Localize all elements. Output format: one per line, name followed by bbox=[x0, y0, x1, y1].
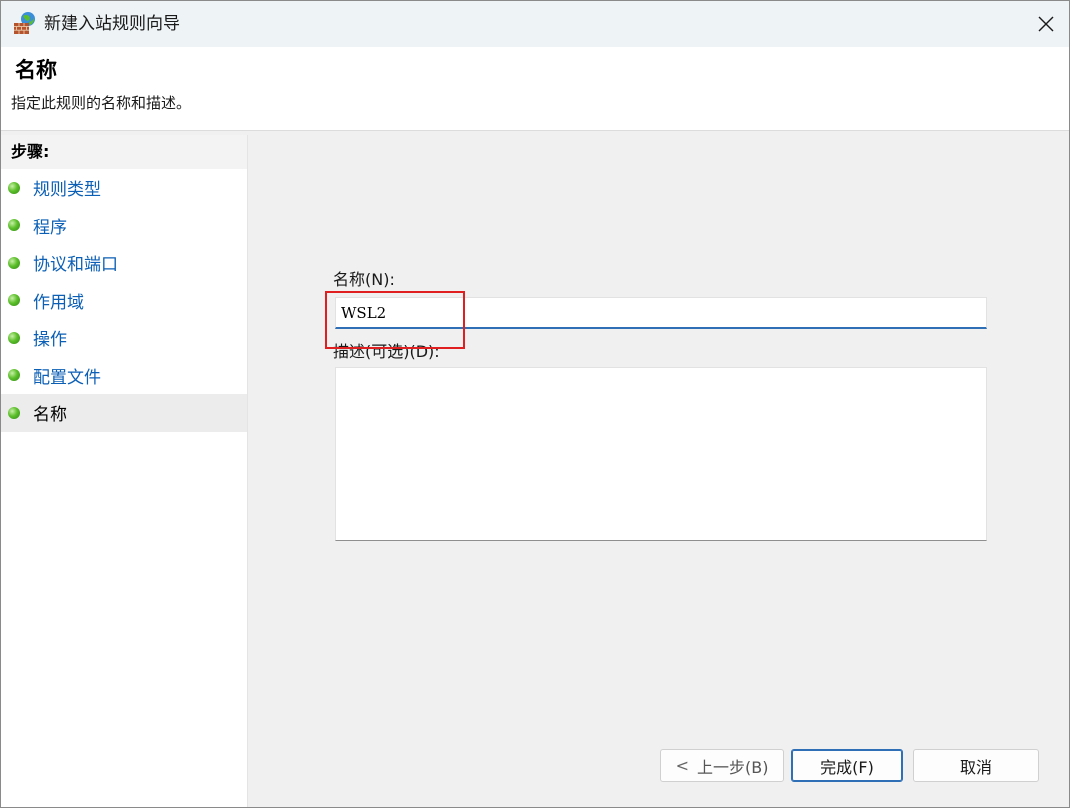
page-title: 名称 bbox=[15, 58, 57, 82]
step-status-dot-icon bbox=[8, 369, 20, 382]
name-input[interactable] bbox=[335, 297, 987, 329]
name-label: 名称(N): bbox=[333, 270, 395, 289]
step-label: 协议和端口 bbox=[33, 255, 118, 276]
step-name-current: 名称 bbox=[1, 394, 247, 432]
step-action[interactable]: 操作 bbox=[1, 319, 247, 357]
window-title: 新建入站规则向导 bbox=[44, 14, 180, 34]
step-profile[interactable]: 配置文件 bbox=[1, 357, 247, 395]
cancel-button-label: 取消 bbox=[959, 757, 992, 777]
step-program[interactable]: 程序 bbox=[1, 207, 247, 245]
step-label: 操作 bbox=[33, 330, 67, 351]
firewall-brick-globe-icon bbox=[13, 11, 37, 35]
steps-heading: 步骤: bbox=[1, 135, 247, 169]
step-status-dot-icon bbox=[8, 406, 20, 419]
wizard-window: 新建入站规则向导 名称 指定此规则的名称和描述。 步骤: 规则类型 程序 协议和… bbox=[0, 0, 1070, 808]
steps-panel: 步骤: 规则类型 程序 协议和端口 作用域 操作 配置文件 名称 bbox=[1, 135, 248, 807]
title-bar[interactable]: 新建入站规则向导 bbox=[1, 1, 1069, 47]
step-label: 名称 bbox=[33, 405, 67, 426]
step-label: 作用域 bbox=[33, 292, 84, 313]
page-subtitle: 指定此规则的名称和描述。 bbox=[11, 94, 192, 112]
step-label: 规则类型 bbox=[33, 180, 101, 201]
close-button[interactable] bbox=[1023, 1, 1069, 47]
close-icon bbox=[1038, 16, 1054, 32]
back-button-label: 上一步(B) bbox=[696, 757, 769, 777]
chevron-left-icon: < bbox=[675, 756, 689, 775]
back-button[interactable]: < 上一步(B) bbox=[660, 749, 784, 782]
content-pane: 名称(N): 描述(可选)(D): < 上一步(B) 完成(F) 取消 bbox=[253, 135, 1069, 807]
wizard-header: 名称 指定此规则的名称和描述。 bbox=[1, 47, 1069, 131]
step-status-dot-icon bbox=[8, 294, 20, 307]
cancel-button[interactable]: 取消 bbox=[913, 749, 1039, 782]
finish-button-label: 完成(F) bbox=[820, 757, 874, 777]
finish-button[interactable]: 完成(F) bbox=[791, 749, 903, 782]
step-status-dot-icon bbox=[8, 256, 20, 269]
step-status-dot-icon bbox=[8, 181, 20, 194]
step-status-dot-icon bbox=[8, 331, 20, 344]
description-label: 描述(可选)(D): bbox=[333, 342, 440, 361]
step-status-dot-icon bbox=[8, 219, 20, 232]
description-input[interactable] bbox=[335, 367, 987, 541]
step-label: 程序 bbox=[33, 217, 67, 238]
step-scope[interactable]: 作用域 bbox=[1, 282, 247, 320]
step-protocol-and-ports[interactable]: 协议和端口 bbox=[1, 244, 247, 282]
step-rule-type[interactable]: 规则类型 bbox=[1, 169, 247, 207]
step-label: 配置文件 bbox=[33, 367, 101, 388]
